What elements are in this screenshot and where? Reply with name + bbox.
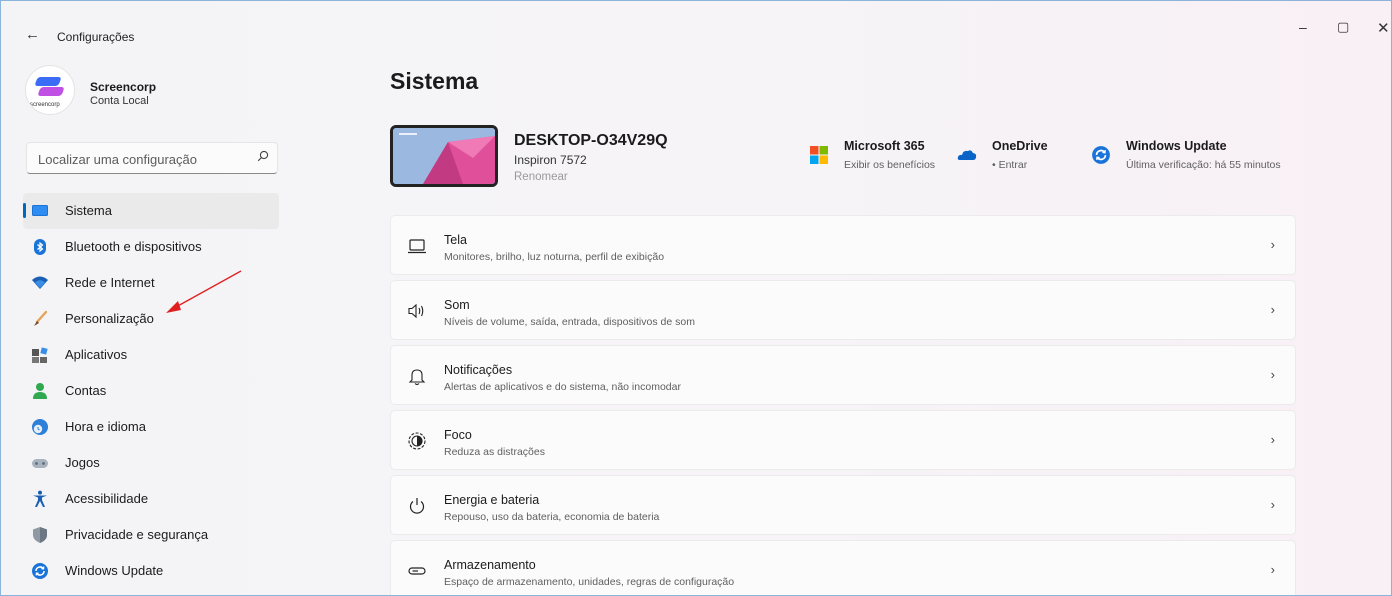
focus-icon bbox=[407, 431, 427, 451]
sidebar-item-rede[interactable]: Rede e Internet bbox=[23, 265, 279, 301]
sidebar-item-label: Hora e idioma bbox=[65, 419, 146, 434]
update-icon bbox=[31, 562, 49, 580]
sidebar-item-label: Aplicativos bbox=[65, 347, 128, 362]
rename-link[interactable]: Renomear bbox=[514, 171, 568, 183]
chevron-right-icon: › bbox=[1270, 302, 1275, 317]
close-button[interactable]: ✕ bbox=[1377, 19, 1390, 37]
sidebar-item-label: Privacidade e segurança bbox=[65, 527, 209, 542]
settings-card-notificacoes[interactable]: Notificações Alertas de aplicativos e do… bbox=[390, 345, 1296, 405]
microsoft365-icon bbox=[809, 145, 829, 165]
update-icon bbox=[1091, 145, 1111, 165]
sidebar-item-privacidade[interactable]: Privacidade e segurança bbox=[23, 517, 279, 553]
card-title: Tela bbox=[444, 233, 467, 247]
bluetooth-icon bbox=[31, 238, 49, 256]
chevron-right-icon: › bbox=[1270, 562, 1275, 577]
settings-card-foco[interactable]: Foco Reduza as distrações › bbox=[390, 410, 1296, 470]
quick-link-title: OneDrive bbox=[992, 139, 1048, 153]
accessibility-icon bbox=[31, 490, 49, 508]
bell-icon bbox=[407, 366, 427, 386]
sidebar-item-acessibilidade[interactable]: Acessibilidade bbox=[23, 481, 279, 517]
sidebar-item-label: Personalização bbox=[65, 311, 154, 326]
card-subtitle: Repouso, uso da bateria, economia de bat… bbox=[444, 511, 660, 523]
chevron-right-icon: › bbox=[1270, 432, 1275, 447]
profile-account-type: Conta Local bbox=[90, 95, 149, 107]
person-icon bbox=[31, 382, 49, 400]
logo-text: screencorp bbox=[30, 102, 60, 108]
device-name: DESKTOP-O34V29Q bbox=[514, 132, 668, 149]
power-icon bbox=[407, 496, 427, 516]
sidebar-item-hora-idioma[interactable]: Hora e idioma bbox=[23, 409, 279, 445]
card-subtitle: Espaço de armazenamento, unidades, regra… bbox=[444, 576, 735, 588]
sidebar-item-personalizacao[interactable]: Personalização bbox=[23, 301, 279, 337]
card-title: Som bbox=[444, 298, 470, 312]
chevron-right-icon: › bbox=[1270, 367, 1275, 382]
settings-card-armazenamento[interactable]: Armazenamento Espaço de armazenamento, u… bbox=[390, 540, 1296, 595]
shield-icon bbox=[31, 526, 49, 544]
app-title: Configurações bbox=[57, 30, 135, 44]
card-title: Energia e bateria bbox=[444, 493, 540, 507]
display-icon bbox=[407, 236, 427, 256]
globe-clock-icon bbox=[31, 418, 49, 436]
storage-icon bbox=[407, 561, 427, 581]
card-subtitle: Monitores, brilho, luz noturna, perfil d… bbox=[444, 251, 665, 263]
card-title: Foco bbox=[444, 428, 472, 442]
settings-card-som[interactable]: Som Níveis de volume, saída, entrada, di… bbox=[390, 280, 1296, 340]
chevron-right-icon: › bbox=[1270, 237, 1275, 252]
search-icon[interactable] bbox=[257, 150, 269, 165]
gamepad-icon bbox=[31, 454, 49, 472]
sidebar-item-label: Sistema bbox=[65, 203, 112, 218]
sidebar-item-bluetooth[interactable]: Bluetooth e dispositivos bbox=[23, 229, 279, 265]
sidebar-item-label: Rede e Internet bbox=[65, 275, 155, 290]
sidebar-item-label: Bluetooth e dispositivos bbox=[65, 239, 202, 254]
sidebar-item-label: Windows Update bbox=[65, 563, 164, 578]
sidebar-nav: Sistema Bluetooth e dispositivos Rede e … bbox=[23, 193, 279, 589]
profile-name: Screencorp bbox=[90, 80, 157, 94]
logo-stripe-purple bbox=[37, 87, 65, 96]
quick-link-subtitle: • Entrar bbox=[992, 159, 1028, 171]
sidebar-item-label: Contas bbox=[65, 383, 107, 398]
card-subtitle: Níveis de volume, saída, entrada, dispos… bbox=[444, 316, 695, 328]
active-indicator bbox=[23, 203, 26, 218]
settings-list: Tela Monitores, brilho, luz noturna, per… bbox=[390, 215, 1296, 595]
maximize-button[interactable]: ▢ bbox=[1337, 19, 1349, 35]
quick-link-title: Microsoft 365 bbox=[844, 139, 925, 153]
device-model: Inspiron 7572 bbox=[514, 153, 587, 167]
sidebar-item-label: Jogos bbox=[65, 455, 100, 470]
sidebar-item-contas[interactable]: Contas bbox=[23, 373, 279, 409]
card-title: Notificações bbox=[444, 363, 513, 377]
minimize-button[interactable]: – bbox=[1299, 19, 1307, 35]
title-bar: ← Configurações – ▢ ✕ bbox=[1, 1, 1391, 47]
sidebar-item-sistema[interactable]: Sistema bbox=[23, 193, 279, 229]
avatar[interactable]: screencorp bbox=[25, 65, 75, 115]
settings-window: ← Configurações – ▢ ✕ screencorp Screenc… bbox=[0, 0, 1392, 596]
sidebar-item-label: Acessibilidade bbox=[65, 491, 149, 506]
quick-link-subtitle: Última verificação: há 55 minutos bbox=[1126, 159, 1281, 171]
quick-link-title: Windows Update bbox=[1126, 139, 1227, 153]
settings-card-tela[interactable]: Tela Monitores, brilho, luz noturna, per… bbox=[390, 215, 1296, 275]
speaker-icon bbox=[407, 301, 427, 321]
card-subtitle: Reduza as distrações bbox=[444, 446, 545, 458]
card-title: Armazenamento bbox=[444, 558, 536, 572]
device-image bbox=[390, 125, 498, 187]
brush-icon bbox=[31, 310, 49, 328]
settings-card-energia[interactable]: Energia e bateria Repouso, uso da bateri… bbox=[390, 475, 1296, 535]
logo-stripe-blue bbox=[34, 77, 62, 86]
sidebar-item-aplicativos[interactable]: Aplicativos bbox=[23, 337, 279, 373]
back-button[interactable]: ← bbox=[25, 27, 40, 42]
sidebar-item-jogos[interactable]: Jogos bbox=[23, 445, 279, 481]
quick-link-subtitle: Exibir os benefícios bbox=[844, 159, 936, 171]
chevron-right-icon: › bbox=[1270, 497, 1275, 512]
sidebar-item-windows-update[interactable]: Windows Update bbox=[23, 553, 279, 589]
search-input[interactable] bbox=[36, 149, 250, 169]
search-box[interactable] bbox=[26, 142, 278, 174]
onedrive-icon bbox=[957, 145, 977, 165]
page-title: Sistema bbox=[390, 68, 479, 94]
system-icon bbox=[31, 202, 49, 220]
card-subtitle: Alertas de aplicativos e do sistema, não… bbox=[444, 381, 681, 393]
wifi-icon bbox=[31, 274, 49, 292]
apps-icon bbox=[31, 346, 49, 364]
